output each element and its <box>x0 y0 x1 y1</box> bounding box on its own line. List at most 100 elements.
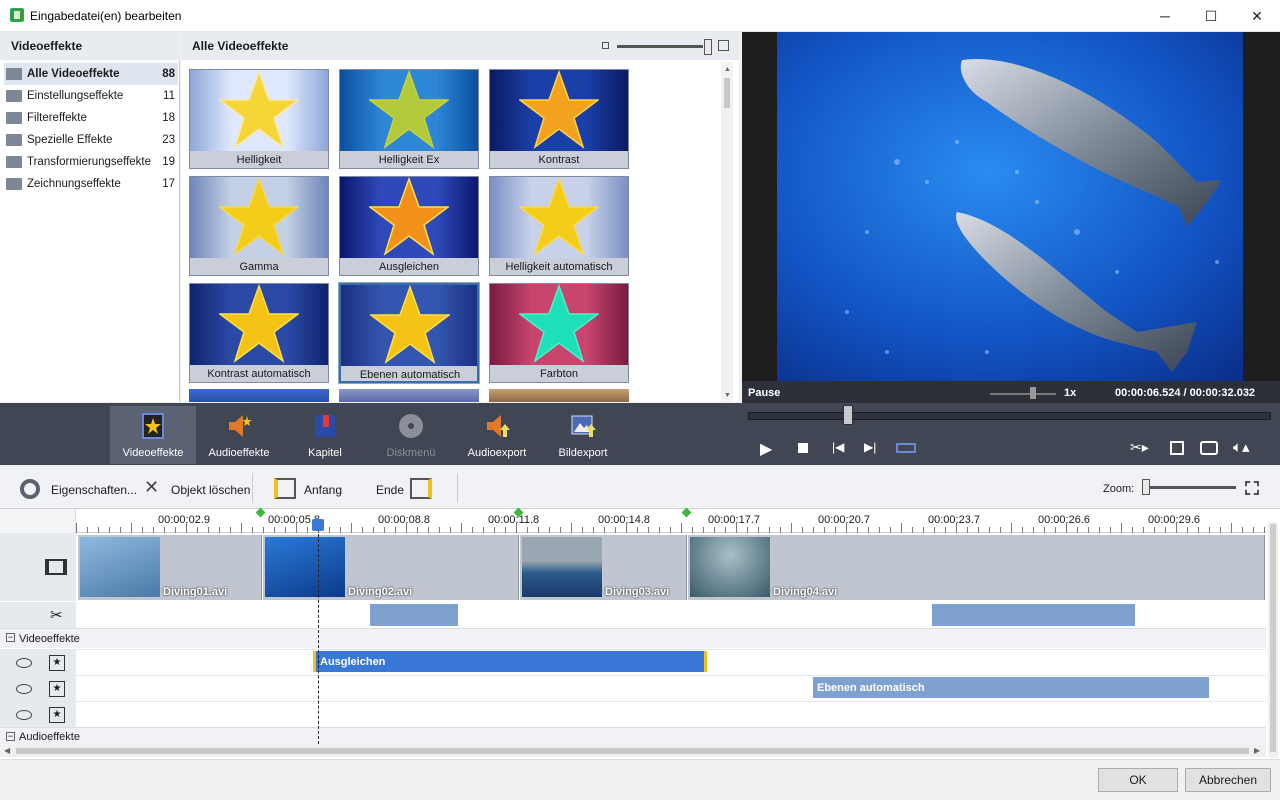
video-clip[interactable]: Diving02.avi <box>263 535 519 600</box>
tab-audio-effects[interactable]: Audioeffekte <box>196 406 282 464</box>
effect-label: Helligkeit automatisch <box>490 258 628 275</box>
delete-object-button[interactable]: Objekt löschen <box>171 483 250 497</box>
time-ruler[interactable]: 00:00:02.9 00:00:05.8 00:00:08.8 00:00:11.8… <box>76 507 1266 533</box>
chapter-marker-icon[interactable] <box>681 507 692 518</box>
clip-thumbnail <box>80 537 160 597</box>
category-item[interactable]: Filtereffekte 18 <box>4 107 178 129</box>
resize-icon[interactable] <box>1170 441 1184 455</box>
small-thumb-icon[interactable] <box>602 42 609 49</box>
collapse-icon[interactable]: − <box>6 732 15 741</box>
effect-star-icon[interactable]: ★ <box>49 707 65 723</box>
thumb-size-handle[interactable] <box>704 39 712 55</box>
next-frame-icon[interactable]: ▶| <box>864 440 876 454</box>
gallery-scrollbar[interactable]: ▲ ▼ <box>721 62 733 402</box>
category-header: Videoeffekte <box>0 32 180 60</box>
effect-tile[interactable]: Gamma <box>189 176 329 276</box>
eye-icon[interactable] <box>16 710 32 720</box>
tab-video-effects[interactable]: Videoeffekte <box>110 406 196 464</box>
snapshot-icon[interactable] <box>1200 441 1218 455</box>
image-export-icon <box>571 415 596 437</box>
zoom-handle[interactable] <box>1142 479 1150 495</box>
audio-effects-section[interactable]: − Audioeffekte <box>0 727 1266 745</box>
tab-audio-export[interactable]: Audioexport <box>454 406 540 464</box>
start-marker-icon[interactable] <box>274 478 296 499</box>
effect-tile[interactable]: Ausgleichen <box>339 176 479 276</box>
section-label: Audioeffekte <box>19 731 80 743</box>
timeline-toolbar: Eigenschaften... ✕ Objekt löschen Anfang… <box>0 467 1280 509</box>
clip-name: Diving03.avi <box>605 586 670 598</box>
category-item[interactable]: Einstellungseffekte 11 <box>4 85 178 107</box>
chapter-marker-icon[interactable] <box>255 507 266 518</box>
properties-button[interactable]: Eigenschaften... <box>51 483 137 497</box>
video-clip[interactable]: Diving04.avi <box>688 535 1265 600</box>
clip-name: Diving01.avi <box>163 586 228 598</box>
prev-frame-icon[interactable]: |◀ <box>832 440 844 454</box>
minimize-button[interactable]: ─ <box>1142 0 1188 32</box>
delete-icon[interactable]: ✕ <box>144 477 159 498</box>
effect-tile[interactable]: Farbton <box>489 283 629 383</box>
zoom-slider[interactable] <box>1146 486 1236 489</box>
collapse-icon[interactable]: − <box>6 633 15 642</box>
cancel-button[interactable]: Abbrechen <box>1185 768 1271 792</box>
effect-tile[interactable]: Kontrast automatisch <box>189 283 329 383</box>
video-clip[interactable]: Diving01.avi <box>78 535 262 600</box>
effect-tile[interactable]: Helligkeit Ex <box>339 69 479 169</box>
start-button[interactable]: Anfang <box>304 483 342 497</box>
effect-star-icon[interactable]: ★ <box>49 655 65 671</box>
tab-label: Kapitel <box>308 447 342 459</box>
effect-clip[interactable]: Ausgleichen <box>313 651 707 672</box>
playhead-handle[interactable] <box>312 519 324 531</box>
close-button[interactable]: ✕ <box>1234 0 1280 32</box>
seek-handle[interactable] <box>843 405 853 425</box>
end-button[interactable]: Ende <box>376 483 404 497</box>
fullscreen-preview-icon[interactable] <box>896 443 916 453</box>
tab-chapter[interactable]: Kapitel <box>282 406 368 464</box>
large-thumb-icon[interactable] <box>718 40 729 51</box>
cut-region[interactable] <box>370 604 458 626</box>
category-count: 11 <box>163 90 175 102</box>
video-effects-section[interactable]: − Videoeffekte <box>0 628 1266 648</box>
partial-tile <box>189 389 329 402</box>
category-item[interactable]: Zeichnungseffekte 17 <box>4 173 178 195</box>
ruler-tick-label: 00:00:29.6 <box>1148 514 1200 526</box>
category-item[interactable]: Alle Videoeffekte 88 <box>4 63 178 85</box>
category-label: Filtereffekte <box>27 112 87 124</box>
category-item[interactable]: Transformierungseffekte 19 <box>4 151 178 173</box>
partial-tile <box>489 389 629 402</box>
cut-icon[interactable]: ✂▸ <box>1130 439 1149 456</box>
maximize-button[interactable]: ☐ <box>1188 0 1234 32</box>
volume-icon[interactable]: 🔈︎▴ <box>1233 438 1250 456</box>
gear-icon[interactable] <box>20 479 40 499</box>
eye-icon[interactable] <box>16 658 32 668</box>
play-icon[interactable]: ▶ <box>760 439 772 459</box>
star-icon <box>519 177 599 256</box>
ok-button[interactable]: OK <box>1098 768 1178 792</box>
tab-label: Audioexport <box>467 447 527 459</box>
effect-tile[interactable]: Helligkeit automatisch <box>489 176 629 276</box>
tab-image-export[interactable]: Bildexport <box>540 406 626 464</box>
timeline-vscrollbar[interactable] <box>1268 522 1278 758</box>
fit-zoom-icon[interactable] <box>1245 481 1259 495</box>
video-effects-icon <box>142 413 164 439</box>
speed-handle[interactable] <box>1030 387 1036 399</box>
thumb-size-slider[interactable] <box>617 45 703 48</box>
effect-tile[interactable]: Kontrast <box>489 69 629 169</box>
eye-icon[interactable] <box>16 684 32 694</box>
cut-region[interactable] <box>932 604 1135 626</box>
effect-clip[interactable]: Ebenen automatisch <box>813 677 1209 698</box>
effect-tile[interactable]: Ebenen automatisch <box>338 282 480 384</box>
folder-icon <box>6 90 22 102</box>
folder-icon <box>6 134 22 146</box>
speed-slider[interactable] <box>990 393 1056 395</box>
effect-tile[interactable]: Helligkeit <box>189 69 329 169</box>
timeline-hscrollbar[interactable]: ◀ ▶ <box>0 745 1266 757</box>
category-label: Transformierungseffekte <box>27 156 152 168</box>
seek-bar[interactable] <box>748 412 1271 420</box>
stop-icon[interactable] <box>798 443 808 453</box>
clip-thumbnail <box>690 537 770 597</box>
effect-star-icon[interactable]: ★ <box>49 681 65 697</box>
video-clip[interactable]: Diving03.avi <box>520 535 687 600</box>
end-marker-icon[interactable] <box>410 478 432 499</box>
category-item[interactable]: Spezielle Effekte 23 <box>4 129 178 151</box>
video-preview: Pause 1x 00:00:06.524 / 00:00:32.032 <box>742 32 1280 404</box>
